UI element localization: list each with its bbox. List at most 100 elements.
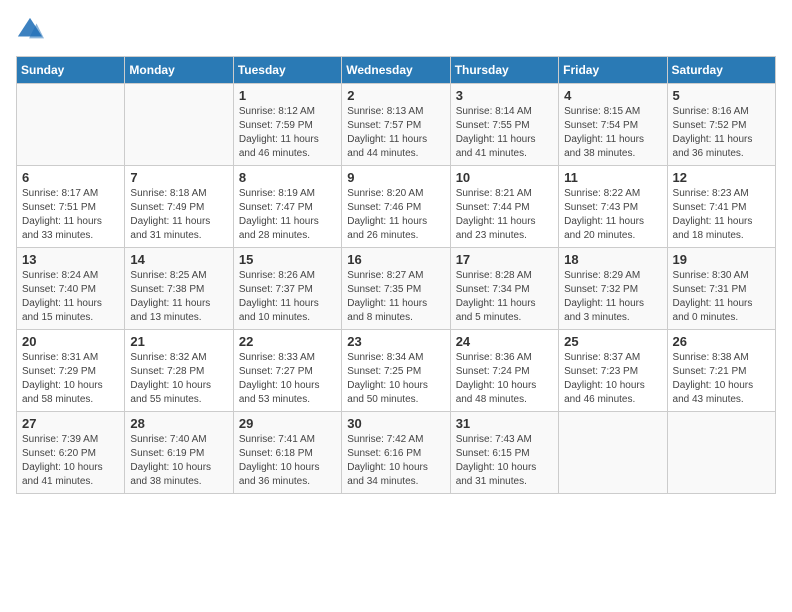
day-info: Sunrise: 8:31 AM Sunset: 7:29 PM Dayligh… [22,351,119,407]
day-number: 2 [347,88,444,103]
calendar-cell: 25Sunrise: 8:37 AM Sunset: 7:23 PM Dayli… [559,330,667,412]
day-info: Sunrise: 8:21 AM Sunset: 7:44 PM Dayligh… [456,187,553,243]
day-number: 20 [22,334,119,349]
calendar-cell: 19 Sunrise: 8:30 AM Sunset: 7:31 PM Dayli… [667,248,775,330]
calendar-cell: 1 Sunrise: 8:12 AM Sunset: 7:59 PM Daylig… [233,84,341,166]
day-number: 9 [347,170,444,185]
day-number: 16 [347,252,444,267]
day-number: 8 [239,170,336,185]
calendar-week-row: 1 Sunrise: 8:12 AM Sunset: 7:59 PM Daylig… [17,84,776,166]
day-number: 6 [22,170,119,185]
calendar-cell: 11Sunrise: 8:22 AM Sunset: 7:43 PM Dayli… [559,166,667,248]
calendar-cell: 6 Sunrise: 8:17 AM Sunset: 7:51 PM Daylig… [17,166,125,248]
day-info: Sunrise: 8:15 AM Sunset: 7:54 PM Dayligh… [564,105,661,161]
day-info: Sunrise: 8:20 AM Sunset: 7:46 PM Dayligh… [347,187,444,243]
calendar-cell: 27Sunrise: 7:39 AM Sunset: 6:20 PM Dayli… [17,412,125,494]
day-info: Sunrise: 8:32 AM Sunset: 7:28 PM Dayligh… [130,351,227,407]
day-number: 24 [456,334,553,349]
calendar-cell: 3 Sunrise: 8:14 AM Sunset: 7:55 PM Daylig… [450,84,558,166]
day-number: 26 [673,334,770,349]
day-number: 12 [673,170,770,185]
day-number: 21 [130,334,227,349]
calendar-cell: 9 Sunrise: 8:20 AM Sunset: 7:46 PM Daylig… [342,166,450,248]
calendar-cell [17,84,125,166]
day-info: Sunrise: 8:23 AM Sunset: 7:41 PM Dayligh… [673,187,770,243]
day-info: Sunrise: 8:18 AM Sunset: 7:49 PM Dayligh… [130,187,227,243]
calendar-week-row: 13 Sunrise: 8:24 AM Sunset: 7:40 PM Dayli… [17,248,776,330]
calendar-cell: 2 Sunrise: 8:13 AM Sunset: 7:57 PM Daylig… [342,84,450,166]
day-info: Sunrise: 7:42 AM Sunset: 6:16 PM Dayligh… [347,433,444,489]
column-header-tuesday: Tuesday [233,57,341,84]
day-number: 1 [239,88,336,103]
day-info: Sunrise: 8:17 AM Sunset: 7:51 PM Dayligh… [22,187,119,243]
calendar-cell: 26 Sunrise: 8:38 AM Sunset: 7:21 PM Dayli… [667,330,775,412]
calendar-cell: 15 Sunrise: 8:26 AM Sunset: 7:37 PM Dayli… [233,248,341,330]
calendar-cell: 8 Sunrise: 8:19 AM Sunset: 7:47 PM Daylig… [233,166,341,248]
column-header-monday: Monday [125,57,233,84]
day-info: Sunrise: 8:36 AM Sunset: 7:24 PM Dayligh… [456,351,553,407]
calendar-cell: 31 Sunrise: 7:43 AM Sunset: 6:15 PM Dayli… [450,412,558,494]
day-number: 5 [673,88,770,103]
column-header-thursday: Thursday [450,57,558,84]
logo-icon [16,16,44,44]
day-info: Sunrise: 8:24 AM Sunset: 7:40 PM Dayligh… [22,269,119,325]
day-info: Sunrise: 8:28 AM Sunset: 7:34 PM Dayligh… [456,269,553,325]
page-header [16,16,776,44]
column-header-saturday: Saturday [667,57,775,84]
calendar-body: 1 Sunrise: 8:12 AM Sunset: 7:59 PM Daylig… [17,84,776,494]
day-number: 14 [130,252,227,267]
day-info: Sunrise: 8:25 AM Sunset: 7:38 PM Dayligh… [130,269,227,325]
day-number: 3 [456,88,553,103]
calendar-cell: 24 Sunrise: 8:36 AM Sunset: 7:24 PM Dayli… [450,330,558,412]
day-info: Sunrise: 8:38 AM Sunset: 7:21 PM Dayligh… [673,351,770,407]
day-number: 13 [22,252,119,267]
calendar-cell: 28 Sunrise: 7:40 AM Sunset: 6:19 PM Dayli… [125,412,233,494]
day-number: 15 [239,252,336,267]
day-info: Sunrise: 7:40 AM Sunset: 6:19 PM Dayligh… [130,433,227,489]
day-number: 28 [130,416,227,431]
day-info: Sunrise: 8:14 AM Sunset: 7:55 PM Dayligh… [456,105,553,161]
day-number: 4 [564,88,661,103]
calendar-cell: 29 Sunrise: 7:41 AM Sunset: 6:18 PM Dayli… [233,412,341,494]
day-info: Sunrise: 8:29 AM Sunset: 7:32 PM Dayligh… [564,269,661,325]
day-number: 25 [564,334,661,349]
calendar-week-row: 6 Sunrise: 8:17 AM Sunset: 7:51 PM Daylig… [17,166,776,248]
day-info: Sunrise: 7:41 AM Sunset: 6:18 PM Dayligh… [239,433,336,489]
day-info: Sunrise: 8:34 AM Sunset: 7:25 PM Dayligh… [347,351,444,407]
calendar-cell: 20 Sunrise: 8:31 AM Sunset: 7:29 PM Dayli… [17,330,125,412]
calendar-cell: 17Sunrise: 8:28 AM Sunset: 7:34 PM Dayli… [450,248,558,330]
logo [16,16,48,44]
calendar-cell: 18Sunrise: 8:29 AM Sunset: 7:32 PM Dayli… [559,248,667,330]
day-number: 23 [347,334,444,349]
day-number: 19 [673,252,770,267]
calendar-cell: 22Sunrise: 8:33 AM Sunset: 7:27 PM Dayli… [233,330,341,412]
day-info: Sunrise: 7:39 AM Sunset: 6:20 PM Dayligh… [22,433,119,489]
day-info: Sunrise: 8:27 AM Sunset: 7:35 PM Dayligh… [347,269,444,325]
calendar-week-row: 27Sunrise: 7:39 AM Sunset: 6:20 PM Dayli… [17,412,776,494]
calendar-cell: 23 Sunrise: 8:34 AM Sunset: 7:25 PM Dayli… [342,330,450,412]
day-number: 7 [130,170,227,185]
calendar-cell: 14 Sunrise: 8:25 AM Sunset: 7:38 PM Dayli… [125,248,233,330]
calendar-week-row: 20 Sunrise: 8:31 AM Sunset: 7:29 PM Dayli… [17,330,776,412]
calendar-table: SundayMondayTuesdayWednesdayThursdayFrid… [16,56,776,494]
day-info: Sunrise: 8:33 AM Sunset: 7:27 PM Dayligh… [239,351,336,407]
column-header-wednesday: Wednesday [342,57,450,84]
calendar-cell: 16 Sunrise: 8:27 AM Sunset: 7:35 PM Dayli… [342,248,450,330]
calendar-cell: 30Sunrise: 7:42 AM Sunset: 6:16 PM Dayli… [342,412,450,494]
day-info: Sunrise: 8:26 AM Sunset: 7:37 PM Dayligh… [239,269,336,325]
calendar-cell: 13 Sunrise: 8:24 AM Sunset: 7:40 PM Dayli… [17,248,125,330]
day-info: Sunrise: 7:43 AM Sunset: 6:15 PM Dayligh… [456,433,553,489]
calendar-cell: 5 Sunrise: 8:16 AM Sunset: 7:52 PM Daylig… [667,84,775,166]
day-number: 10 [456,170,553,185]
day-info: Sunrise: 8:19 AM Sunset: 7:47 PM Dayligh… [239,187,336,243]
day-number: 31 [456,416,553,431]
day-info: Sunrise: 8:12 AM Sunset: 7:59 PM Dayligh… [239,105,336,161]
day-info: Sunrise: 8:13 AM Sunset: 7:57 PM Dayligh… [347,105,444,161]
day-info: Sunrise: 8:16 AM Sunset: 7:52 PM Dayligh… [673,105,770,161]
column-header-friday: Friday [559,57,667,84]
day-number: 29 [239,416,336,431]
calendar-cell [667,412,775,494]
calendar-cell: 10 Sunrise: 8:21 AM Sunset: 7:44 PM Dayli… [450,166,558,248]
calendar-cell [559,412,667,494]
day-info: Sunrise: 8:30 AM Sunset: 7:31 PM Dayligh… [673,269,770,325]
